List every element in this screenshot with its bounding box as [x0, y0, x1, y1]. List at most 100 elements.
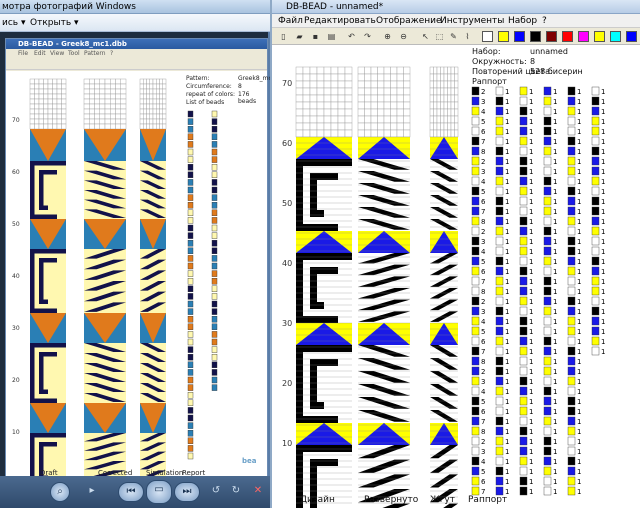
rapport-count: 8 — [481, 358, 485, 366]
new-file-icon[interactable]: ▯ — [278, 31, 289, 42]
pointer-icon[interactable]: ↖ — [420, 31, 431, 42]
inner-simulation-empty-bead — [162, 93, 167, 100]
rapport-color-chip — [519, 116, 528, 126]
rotate-left-icon[interactable]: ↺ — [206, 482, 226, 502]
inner-rapport-chip — [187, 277, 194, 285]
menu-tools[interactable]: Инструменты — [440, 16, 504, 26]
palette-swatch-2[interactable] — [514, 31, 525, 42]
inner-draft-empty-bead — [52, 123, 58, 130]
expanded-empty-bead — [403, 122, 411, 131]
set-label: Набор: — [472, 47, 501, 56]
rapport-color-chip — [567, 216, 576, 226]
rapport-count: 1 — [553, 288, 557, 296]
rapport-count: 1 — [505, 358, 509, 366]
palette-swatch-6[interactable] — [578, 31, 589, 42]
expanded-empty-bead — [403, 101, 411, 110]
inner-rapport-chip — [187, 293, 194, 300]
prev-icon[interactable]: ⏮ — [118, 482, 144, 502]
design-empty-bead — [295, 73, 304, 82]
pencil-icon[interactable]: ✎ — [448, 31, 459, 42]
design-meander-bg — [296, 253, 352, 323]
circumference-value: 8 — [530, 57, 536, 66]
menu-set[interactable]: Набор — [508, 16, 537, 26]
rapport-color-chip — [495, 406, 504, 416]
rapport-count: 1 — [505, 458, 509, 466]
palette-swatch-7[interactable] — [594, 31, 605, 42]
menu-file[interactable]: Файл — [278, 16, 303, 26]
rapport-count: 1 — [601, 198, 605, 206]
rapport-count: 1 — [577, 338, 581, 346]
inner-draft-empty-bead — [43, 118, 49, 125]
design-empty-bead — [295, 115, 304, 124]
menu-edit[interactable]: Редактировать — [304, 16, 376, 26]
zoom-in-icon[interactable]: ⊕ — [382, 31, 393, 42]
palette-swatch-4[interactable] — [546, 31, 557, 42]
inner-draft-empty-bead — [61, 103, 67, 110]
rope-empty-bead — [440, 101, 445, 110]
palette-swatch-5[interactable] — [562, 31, 573, 42]
rapport-count: 3 — [481, 168, 485, 176]
undo-icon[interactable]: ↶ — [346, 31, 357, 42]
rapport-count: 1 — [529, 218, 533, 226]
open-folder-icon[interactable]: ▰ — [294, 31, 305, 42]
palette-swatch-0[interactable] — [482, 31, 493, 42]
inner-rapport-chip — [187, 270, 194, 277]
menu-print[interactable]: ись ▾ — [2, 18, 25, 28]
inner-draft-empty-bead — [29, 123, 35, 130]
rapport-count: 1 — [553, 88, 557, 96]
rope-empty-bead — [443, 122, 448, 131]
palette-swatch-1[interactable] — [498, 31, 509, 42]
inner-bead-columns — [29, 78, 218, 477]
inner-corrected-empty-bead — [89, 113, 95, 120]
select-rect-icon[interactable]: ⬚ — [434, 31, 445, 42]
expanded-empty-bead — [396, 115, 404, 124]
expanded-empty-bead — [364, 94, 372, 103]
inner-simulation-empty-bead — [146, 83, 150, 90]
inner-corrected-empty-bead — [115, 103, 121, 110]
next-icon[interactable]: ⏭ — [174, 482, 200, 502]
inner-draft-empty-bead — [29, 83, 35, 90]
delete-icon[interactable]: ✕ — [248, 482, 268, 502]
design-empty-bead — [302, 94, 311, 103]
rapport-color-chip — [495, 276, 504, 286]
eyedropper-icon[interactable]: ⌇ — [462, 31, 473, 42]
rapport-count: 1 — [601, 258, 605, 266]
rapport-count: 1 — [529, 158, 533, 166]
redo-icon[interactable]: ↷ — [362, 31, 373, 42]
inner-draft-empty-bead — [29, 88, 35, 95]
play-icon[interactable]: ▸ — [82, 482, 102, 502]
palette-swatch-3[interactable] — [530, 31, 541, 42]
save-icon[interactable]: ▪ — [310, 31, 321, 42]
design-empty-bead — [309, 101, 318, 110]
expanded-empty-bead — [357, 73, 365, 82]
palette-swatch-9[interactable] — [626, 31, 637, 42]
slideshow-icon[interactable]: ▭ — [146, 480, 172, 504]
rapport-color-chip — [471, 436, 480, 446]
rapport-color-chip — [495, 186, 504, 196]
photo-viewer-title: мотра фотографий Windows — [2, 2, 136, 12]
inner-draft-empty-bead — [34, 103, 40, 110]
rapport-count: 1 — [505, 258, 509, 266]
inner-simulation-empty-bead — [146, 123, 150, 130]
rope-empty-bead — [433, 129, 438, 138]
rapport-count: 1 — [553, 318, 557, 326]
palette-swatch-8[interactable] — [610, 31, 621, 42]
inner-rapport-chip — [187, 209, 194, 217]
rapport-count: 1 — [577, 408, 581, 416]
rapport-color-chip — [543, 466, 552, 476]
inner-rapport-chip — [187, 422, 194, 429]
search-icon[interactable]: ⌕ — [50, 482, 70, 502]
rapport-count: 1 — [505, 408, 509, 416]
expanded-empty-bead — [364, 122, 372, 131]
menu-help[interactable]: ? — [542, 16, 547, 26]
menu-view[interactable]: Отображение — [376, 16, 442, 26]
rapport-color-chip — [495, 96, 504, 106]
inner-draft-empty-bead — [43, 83, 49, 90]
inner-simulation-empty-bead — [139, 108, 144, 115]
rotate-right-icon[interactable]: ↻ — [226, 482, 246, 502]
menu-open[interactable]: Открыть ▾ — [30, 18, 79, 28]
zoom-out-icon[interactable]: ⊖ — [398, 31, 409, 42]
rapport-count: 1 — [553, 188, 557, 196]
inner-rapport-chip — [187, 186, 194, 194]
print-icon[interactable]: ▤ — [326, 31, 337, 42]
